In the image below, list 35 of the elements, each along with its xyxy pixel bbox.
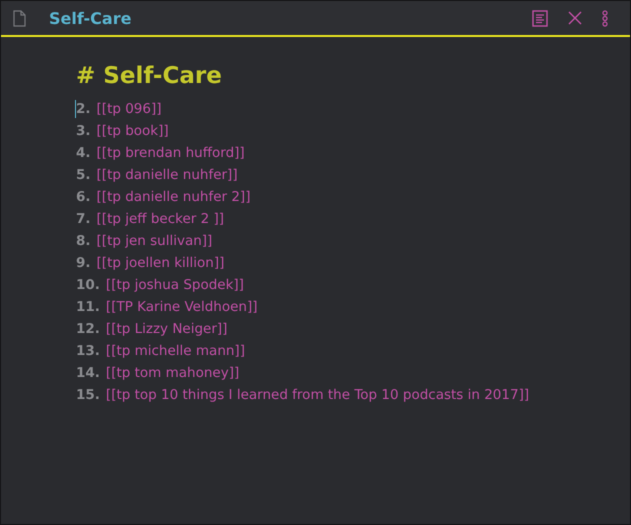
list-number: 4. [76, 145, 91, 161]
list-number: 5. [76, 167, 91, 183]
note-link[interactable]: [[TP Karine Veldhoen]] [106, 299, 258, 315]
list-number: 13. [76, 343, 100, 359]
list-number: 3. [76, 123, 91, 139]
list-number: 15. [76, 387, 100, 403]
list-number: 9. [76, 255, 91, 271]
note-link[interactable]: [[tp top 10 things I learned from the Top 10 podcasts in 2017]] [106, 387, 530, 403]
list-number: 7. [76, 211, 91, 227]
document-icon [13, 10, 26, 26]
note-link[interactable]: [[tp brendan hufford]] [96, 145, 245, 161]
note-link[interactable]: [[tp 096]] [96, 101, 162, 117]
note-link[interactable]: [[tp danielle nuhfer 2]] [96, 189, 250, 205]
note-link[interactable]: [[tp joshua Spodek]] [106, 277, 244, 293]
note-link[interactable]: [[tp book]] [96, 123, 169, 139]
window-title: Self-Care [49, 8, 132, 28]
list-number: 12. [76, 321, 100, 337]
list-number: 2. [76, 101, 91, 117]
list-number: 14. [76, 365, 100, 381]
note-link[interactable]: [[tp michelle mann]] [106, 343, 245, 359]
list-number: 8. [76, 233, 91, 249]
more-icon[interactable] [602, 10, 608, 26]
list-number: 10. [76, 277, 100, 293]
close-icon[interactable] [568, 11, 582, 25]
note-heading: # Self-Care [76, 63, 223, 89]
note-link[interactable]: [[tp joellen killion]] [96, 255, 224, 271]
list-number: 11. [76, 299, 100, 315]
list-number: 6. [76, 189, 91, 205]
note-link[interactable]: [[tp Lizzy Neiger]] [106, 321, 228, 337]
note-link[interactable]: [[tp jeff becker 2 ]] [96, 211, 224, 227]
preview-icon[interactable] [532, 10, 548, 26]
text-cursor [75, 100, 76, 118]
note-link[interactable]: [[tp danielle nuhfer]] [96, 167, 238, 183]
note-link[interactable]: [[tp jen sullivan]] [96, 233, 212, 249]
note-link[interactable]: [[tp tom mahoney]] [106, 365, 240, 381]
